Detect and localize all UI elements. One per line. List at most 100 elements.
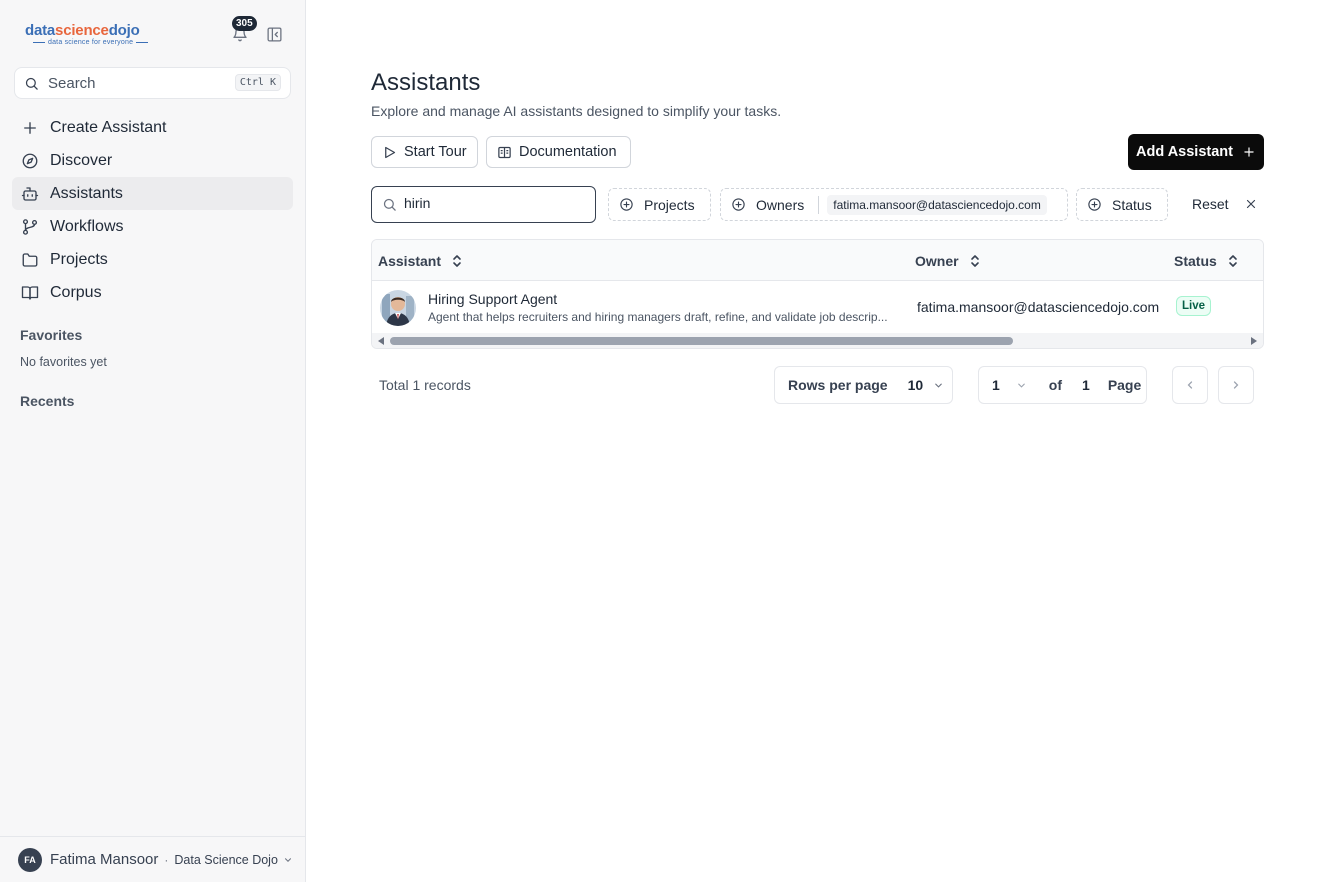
sort-icon: [970, 255, 979, 267]
sidebar: datasciencedojo data science for everyon…: [0, 0, 306, 882]
agent-name[interactable]: Hiring Support Agent: [428, 291, 557, 307]
owner-filter-tag: fatima.mansoor@datasciencedojo.com: [827, 194, 1047, 215]
logo-part-data: data: [25, 22, 56, 39]
logo[interactable]: datasciencedojo: [25, 22, 140, 39]
play-icon: [385, 146, 396, 158]
agent-avatar[interactable]: [380, 290, 416, 326]
search-placeholder: Search: [48, 75, 96, 92]
user-menu[interactable]: FA Fatima Mansoor · Data Science Dojo: [0, 836, 305, 882]
book-open-icon: [498, 146, 511, 158]
owners-filter[interactable]: Owners fatima.mansoor@datasciencedojo.co…: [720, 188, 1068, 221]
reset-filters-button[interactable]: Reset: [1192, 196, 1229, 212]
assistant-search[interactable]: [371, 186, 596, 223]
sidebar-collapse-icon[interactable]: [266, 26, 283, 43]
scrollbar-thumb[interactable]: [390, 337, 1013, 345]
close-icon[interactable]: [1244, 197, 1258, 211]
plus-circle-icon: [1088, 198, 1101, 211]
nav-label: Workflows: [50, 217, 124, 235]
scroll-right-arrow[interactable]: [1251, 337, 1257, 345]
plus-circle-icon: [732, 198, 745, 211]
sidebar-search[interactable]: Search Ctrl K: [14, 67, 291, 99]
status-badge: Live: [1176, 296, 1212, 316]
sort-icon: [453, 255, 461, 267]
agent-description: Agent that helps recruiters and hiring m…: [428, 310, 888, 324]
nav-create-assistant[interactable]: Create Assistant: [12, 111, 293, 144]
book-icon: [21, 285, 39, 300]
search-icon: [383, 198, 396, 211]
git-branch-icon: [22, 218, 38, 235]
total-records: Total 1 records: [379, 377, 471, 393]
nav-label: Discover: [50, 151, 113, 169]
start-tour-button[interactable]: Start Tour: [371, 136, 478, 168]
nav-discover[interactable]: Discover: [12, 144, 293, 177]
nav-label: Corpus: [50, 283, 102, 301]
nav-label: Create Assistant: [50, 118, 167, 136]
logo-tagline: data science for everyone: [30, 39, 151, 46]
folder-icon: [22, 252, 38, 267]
start-tour-label: Start Tour: [404, 144, 467, 160]
avatar: FA: [18, 847, 42, 872]
column-label: Assistant: [378, 253, 442, 269]
column-status[interactable]: Status: [1174, 253, 1239, 269]
divider: [818, 195, 820, 214]
column-assistant[interactable]: Assistant: [378, 253, 463, 269]
page-title: Assistants: [371, 69, 481, 96]
column-owner[interactable]: Owner: [915, 253, 981, 269]
page-selector[interactable]: 1 of 1 Page: [978, 366, 1147, 404]
chevron-right-icon: [1233, 381, 1239, 389]
search-shortcut: Ctrl K: [234, 74, 281, 91]
current-page: 1: [992, 377, 1000, 393]
column-label: Status: [1174, 253, 1217, 269]
documentation-label: Documentation: [519, 144, 617, 160]
projects-filter[interactable]: Projects: [608, 188, 711, 221]
status-filter-label: Status: [1112, 196, 1152, 213]
sidebar-nav: Create Assistant Discover Assistants Wor…: [12, 111, 293, 309]
table-row[interactable]: Hiring Support Agent Agent that helps re…: [372, 281, 1263, 333]
owners-filter-label: Owners: [756, 196, 805, 213]
chevron-down-icon: [935, 383, 942, 388]
assistant-search-input[interactable]: [404, 195, 584, 211]
logo-part-dojo: dojo: [108, 22, 140, 39]
bot-icon: [21, 186, 39, 201]
agent-avatar-image: [380, 290, 416, 326]
chevron-left-icon: [1187, 381, 1193, 389]
chevron-down-icon[interactable]: [1016, 380, 1027, 391]
add-assistant-button[interactable]: Add Assistant: [1128, 134, 1264, 170]
logo-part-science: science: [55, 22, 109, 39]
owner-cell: fatima.mansoor@datasciencedojo.com: [917, 299, 1160, 315]
brand-row: datasciencedojo data science for everyon…: [0, 0, 305, 66]
chevron-down-icon: [284, 857, 291, 862]
column-label: Owner: [915, 253, 959, 269]
page-of-label: of: [1048, 377, 1063, 393]
favorites-title: Favorites: [20, 327, 83, 343]
documentation-button[interactable]: Documentation: [486, 136, 631, 168]
projects-filter-label: Projects: [644, 196, 695, 213]
nav-corpus[interactable]: Corpus: [12, 276, 293, 309]
previous-page-button[interactable]: [1172, 366, 1208, 404]
total-pages: 1: [1082, 377, 1090, 393]
assistants-table: Assistant Owner Status Hiring Support Ag…: [371, 239, 1264, 349]
plus-icon: [1244, 147, 1254, 157]
nav-projects[interactable]: Projects: [12, 243, 293, 276]
nav-label: Assistants: [50, 184, 123, 202]
favorites-empty: No favorites yet: [20, 355, 107, 369]
add-assistant-label: Add Assistant: [1136, 144, 1233, 160]
nav-assistants[interactable]: Assistants: [12, 177, 293, 210]
main-content: Assistants Explore and manage AI assista…: [306, 0, 1329, 882]
nav-label: Projects: [50, 250, 108, 268]
separator: ·: [164, 852, 169, 867]
horizontal-scrollbar[interactable]: [372, 333, 1263, 348]
next-page-button[interactable]: [1218, 366, 1254, 404]
compass-icon: [22, 153, 38, 168]
nav-workflows[interactable]: Workflows: [12, 210, 293, 243]
status-filter[interactable]: Status: [1076, 188, 1168, 221]
search-icon: [25, 77, 38, 90]
page-subtitle: Explore and manage AI assistants designe…: [371, 103, 782, 119]
scroll-left-arrow[interactable]: [378, 337, 384, 345]
rows-per-page-label: Rows per page: [788, 377, 888, 393]
page-label: Page: [1107, 377, 1142, 393]
rows-per-page-select[interactable]: Rows per page 10: [774, 366, 953, 404]
recents-title: Recents: [20, 393, 75, 409]
user-org: Data Science Dojo: [174, 852, 278, 867]
plus-icon: [24, 121, 36, 134]
